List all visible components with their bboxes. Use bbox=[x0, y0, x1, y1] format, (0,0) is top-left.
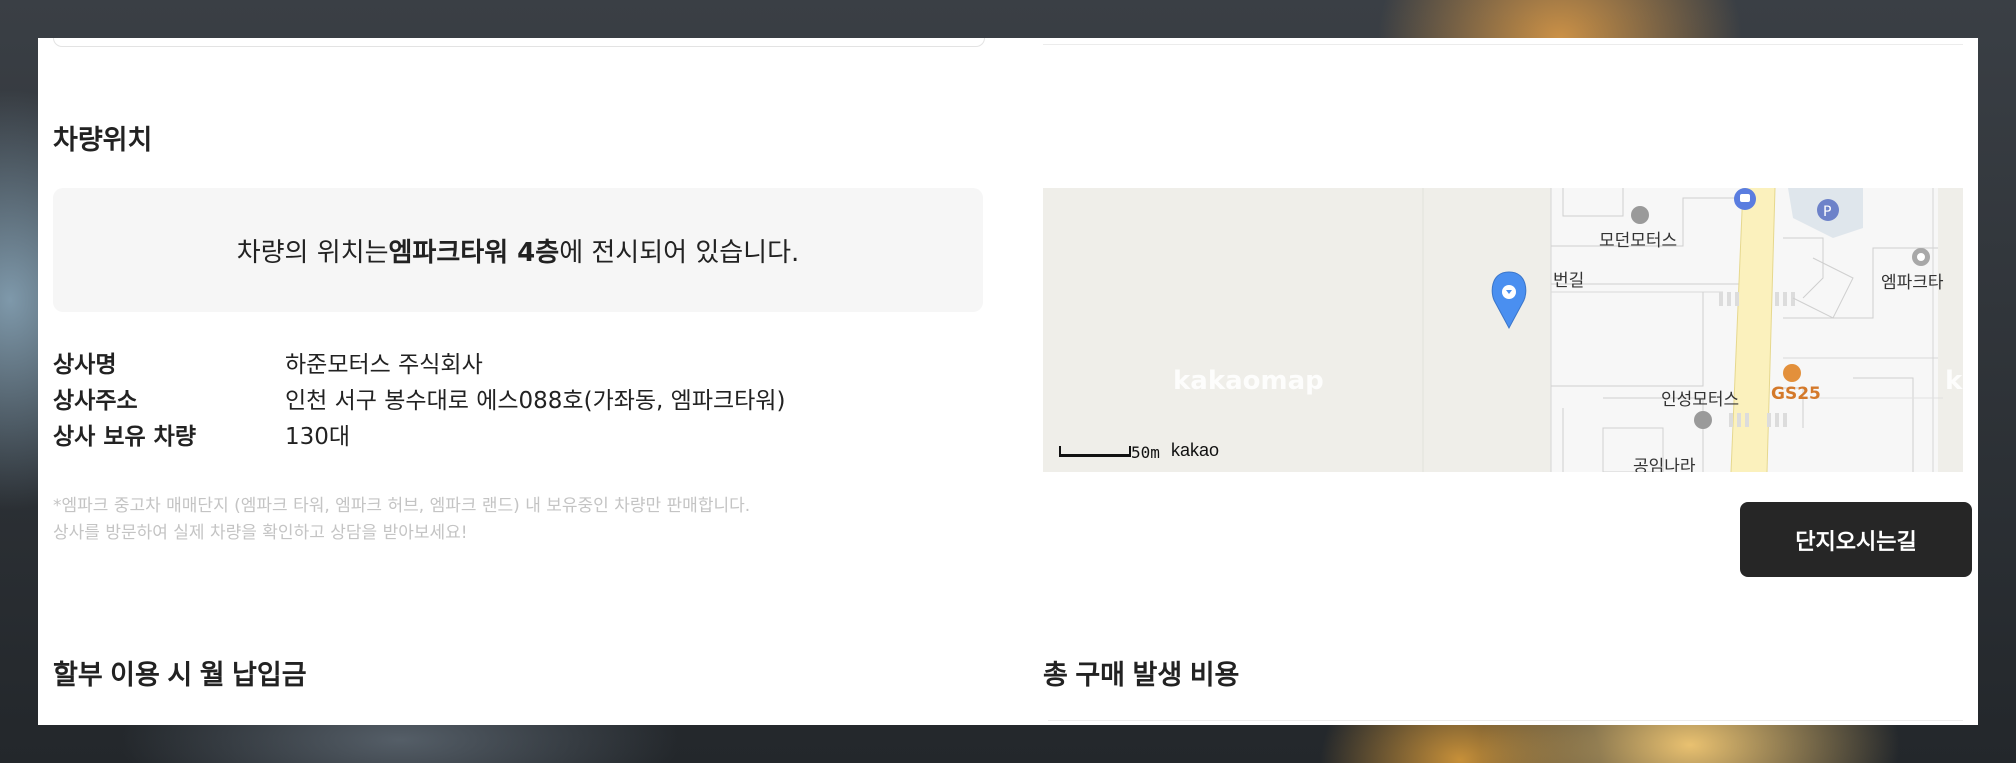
map-label-modern-motors: 모던모터스 bbox=[1599, 231, 1678, 251]
map-label-gongim: 공임나라 bbox=[1633, 457, 1696, 472]
map-scale-text: 50m bbox=[1131, 443, 1160, 462]
dealer-address-row: 상사주소 인천 서구 봉수대로 에스088호(가좌동, 엠파크타워) bbox=[53, 380, 785, 416]
map-label-empark: 엠파크타 bbox=[1881, 273, 1944, 293]
notice-location: 엠파크타워 4층 bbox=[388, 237, 560, 268]
dealer-cars-row: 상사 보유 차량 130대 bbox=[53, 416, 785, 452]
vehicle-location-title: 차량위치 bbox=[53, 125, 153, 155]
svg-text:P: P bbox=[1823, 204, 1831, 220]
total-cost-title: 총 구매 발생 비용 bbox=[1043, 660, 1240, 690]
map-tiles: P bbox=[1422, 188, 1963, 472]
directions-button[interactable]: 단지오시는길 bbox=[1740, 502, 1972, 577]
kakaomap-watermark: kakaomap bbox=[1173, 366, 1324, 396]
note-line-1: *엠파크 중고차 매매단지 (엠파크 타워, 엠파크 허브, 엠파크 랜드) 내… bbox=[53, 496, 751, 516]
dealer-info: 상사명 하준모터스 주식회사 상사주소 인천 서구 봉수대로 에스088호(가좌… bbox=[53, 344, 785, 452]
dealer-address-label: 상사주소 bbox=[53, 388, 138, 414]
kakao-logo: kakao bbox=[1171, 440, 1220, 460]
notice-prefix: 차량의 위치는 bbox=[236, 237, 389, 268]
map-label-road: 번길 bbox=[1553, 271, 1585, 291]
location-notice: 차량의 위치는 엠파크타워 4층 에 전시되어 있습니다. bbox=[53, 188, 983, 312]
map-scale-bar bbox=[1059, 446, 1131, 457]
map-label-gs25: GS25 bbox=[1771, 384, 1821, 404]
dealer-name-value: 하준모터스 주식회사 bbox=[285, 352, 483, 378]
content-panel: 차량위치 차량의 위치는 엠파크타워 4층 에 전시되어 있습니다. 상사명 하준… bbox=[38, 38, 1978, 725]
note-line-2: 상사를 방문하여 실제 차량을 확인하고 상담을 받아보세요! bbox=[53, 523, 468, 543]
dealer-name-label: 상사명 bbox=[53, 352, 117, 378]
location-map[interactable]: P 모던모터스 번길 엠파크타 인성모터스 GS25 공임나라 kakaomap… bbox=[1043, 188, 1963, 472]
next-card-edge bbox=[1048, 720, 1963, 726]
dealer-address-value: 인천 서구 봉수대로 에스088호(가좌동, 엠파크타워) bbox=[285, 388, 786, 414]
installment-title: 할부 이용 시 월 납입금 bbox=[53, 660, 307, 690]
dealer-name-row: 상사명 하준모터스 주식회사 bbox=[53, 344, 785, 380]
dealer-note: *엠파크 중고차 매매단지 (엠파크 타워, 엠파크 허브, 엠파크 랜드) 내… bbox=[53, 493, 750, 547]
previous-card-edge-right bbox=[1043, 38, 1963, 45]
map-label-insung-motors: 인성모터스 bbox=[1661, 390, 1740, 410]
kakaomap-watermark-partial: kal bbox=[1945, 366, 1963, 396]
previous-card-edge bbox=[53, 38, 985, 47]
dealer-cars-value: 130대 bbox=[285, 424, 351, 450]
notice-suffix: 에 전시되어 있습니다. bbox=[559, 237, 800, 268]
dealer-cars-label: 상사 보유 차량 bbox=[53, 424, 196, 450]
